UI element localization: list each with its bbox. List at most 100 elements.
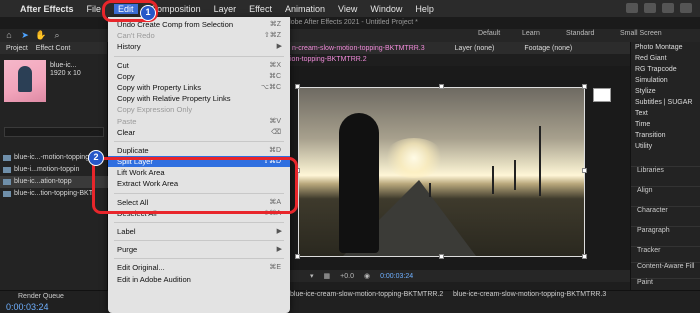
composition-frame[interactable]: [298, 87, 585, 257]
menu-item-purge[interactable]: Purge ▶: [108, 244, 290, 255]
clip-name: blue-ic...: [50, 62, 77, 69]
menu-item-paste: Paste ⌘V: [108, 116, 290, 127]
menu-shortcut: ⌘V: [269, 117, 281, 125]
workspace-small-screen[interactable]: Small Screen: [620, 30, 662, 37]
menu-item-label: Copy with Relative Property Links: [117, 94, 231, 104]
menu-shortcut: ⌘D: [268, 146, 281, 154]
menu-item-label-text: Label: [117, 227, 136, 236]
viewer-timecode[interactable]: 0:00:03:24: [380, 273, 413, 280]
menu-item-history[interactable]: History ▶: [108, 41, 290, 52]
menu-after-effects[interactable]: After Effects: [20, 4, 74, 14]
menu-item-label: Edit in Adobe Audition: [117, 274, 191, 284]
tray-icon[interactable]: [644, 3, 656, 13]
menu-separator: [114, 240, 284, 242]
menu-composition[interactable]: Composition: [151, 4, 201, 14]
project-search-input[interactable]: [4, 127, 104, 137]
workspace-standard[interactable]: Standard: [566, 30, 594, 37]
tab-effect-controls[interactable]: Effect Cont: [36, 45, 71, 52]
menu-shortcut: ⌘E: [269, 264, 281, 272]
power-pole: [514, 160, 516, 190]
menu-item-copy-expression: Copy Expression Only: [108, 104, 290, 115]
transform-handle[interactable]: [295, 84, 300, 89]
menu-item-copy-property-links[interactable]: Copy with Property Links ⌥⌘C: [108, 82, 290, 93]
effects-item[interactable]: Simulation: [631, 75, 700, 86]
menu-animation[interactable]: Animation: [285, 4, 325, 14]
timeline-panel: Render Queue blue-ice-cream-slow-motion-…: [0, 290, 700, 313]
panel-align[interactable]: Align: [631, 186, 700, 194]
menu-item-copy-relative-links[interactable]: Copy with Relative Property Links: [108, 93, 290, 104]
zoom-tool-icon[interactable]: ⌕: [50, 30, 64, 41]
tray-icon[interactable]: [662, 3, 674, 13]
selection-tool-icon[interactable]: ➤: [18, 30, 32, 41]
tab-layer[interactable]: Layer (none): [455, 45, 495, 52]
panel-content-aware-fill[interactable]: Content-Aware Fill: [631, 262, 700, 270]
composition-breadcrumb[interactable]: ion-topping-BKTMTRR.2: [290, 56, 367, 63]
home-icon[interactable]: ⌂: [2, 30, 16, 41]
tray-icon[interactable]: [626, 3, 638, 13]
menu-item-copy[interactable]: Copy ⌘C: [108, 71, 290, 82]
timeline-timecode[interactable]: 0:00:03:24: [6, 302, 49, 312]
menu-item-duplicate[interactable]: Duplicate ⌘D: [108, 145, 290, 156]
workspace-learn[interactable]: Learn: [522, 30, 540, 37]
menu-view[interactable]: View: [338, 4, 357, 14]
effects-item[interactable]: Photo Montage: [631, 42, 700, 53]
effects-item[interactable]: Utility: [631, 141, 700, 152]
transform-handle[interactable]: [582, 168, 587, 173]
grid-icon[interactable]: ▦: [324, 272, 331, 280]
effects-item[interactable]: Subtitles | SUGAR: [631, 97, 700, 108]
transform-handle[interactable]: [439, 84, 444, 89]
menu-item-label: Copy Expression Only: [117, 105, 193, 115]
effects-item[interactable]: Red Giant: [631, 53, 700, 64]
panel-character[interactable]: Character: [631, 206, 700, 214]
panel-libraries[interactable]: Libraries: [631, 166, 700, 174]
menu-item-cut[interactable]: Cut ⌘X: [108, 60, 290, 71]
menu-help[interactable]: Help: [415, 4, 434, 14]
composition-controls: ▾ ▦ +0.0 ◉ 0:00:03:24: [290, 270, 630, 282]
menu-item-label: History: [117, 42, 141, 52]
tab-project[interactable]: Project: [6, 45, 28, 52]
tab-footage[interactable]: Footage (none): [524, 45, 572, 52]
menu-shortcut: ⌥⌘C: [260, 83, 281, 91]
transform-handle[interactable]: [582, 84, 587, 89]
hand-tool-icon[interactable]: ✋: [34, 30, 48, 41]
menu-item-label: Edit Original...: [117, 263, 165, 273]
person-silhouette: [339, 113, 379, 253]
effects-item[interactable]: Stylize: [631, 86, 700, 97]
panel-paint[interactable]: Paint: [631, 278, 700, 286]
menu-item-label: Purge: [117, 245, 138, 255]
transform-handle[interactable]: [295, 254, 300, 259]
menu-layer[interactable]: Layer: [214, 4, 237, 14]
menu-item-label[interactable]: Label ▶: [108, 226, 290, 237]
highlight-ring-split-layer: [92, 157, 298, 214]
exposure-value[interactable]: +0.0: [340, 273, 354, 280]
snapshot-icon[interactable]: [593, 88, 611, 102]
tab-render-queue[interactable]: Render Queue: [18, 293, 64, 300]
effects-item[interactable]: Transition: [631, 130, 700, 141]
timeline-comp-tab-active[interactable]: blue-ice-cream-slow-motion-topping-BKTMT…: [453, 291, 606, 298]
timeline-comp-tabs: blue-ice-cream-slow-motion-topping-BKTMT…: [290, 291, 606, 298]
menu-separator: [114, 222, 284, 223]
effects-item[interactable]: Text: [631, 108, 700, 119]
zoom-menu-icon[interactable]: ▾: [310, 272, 314, 280]
effects-item[interactable]: RG Trapcode: [631, 64, 700, 75]
tab-composition[interactable]: n-cream-slow-motion-topping-BKTMTRR.3: [292, 45, 425, 52]
transform-handle[interactable]: [439, 254, 444, 259]
tray-icon[interactable]: [680, 3, 692, 13]
menu-effect[interactable]: Effect: [249, 4, 272, 14]
menu-item-clear[interactable]: Clear ⌫: [108, 127, 290, 138]
menu-item-label: Copy with Property Links: [117, 82, 201, 92]
panel-tracker[interactable]: Tracker: [631, 246, 700, 254]
camera-icon[interactable]: ◉: [364, 272, 370, 280]
menu-item-edit-in-audition[interactable]: Edit in Adobe Audition: [108, 274, 290, 285]
menu-window[interactable]: Window: [370, 4, 402, 14]
menu-file[interactable]: File: [87, 4, 102, 14]
transform-handle[interactable]: [582, 254, 587, 259]
panel-paragraph[interactable]: Paragraph: [631, 226, 700, 234]
menu-item-edit-original[interactable]: Edit Original... ⌘E: [108, 262, 290, 273]
workspace-default[interactable]: Default: [478, 30, 500, 37]
effects-item[interactable]: Time: [631, 119, 700, 130]
menu-item-redo: Can't Redo ⇧⌘Z: [108, 30, 290, 41]
timeline-comp-tab[interactable]: blue-ice-cream-slow-motion-topping-BKTMT…: [290, 291, 443, 298]
menu-shortcut: ⌫: [271, 128, 281, 136]
step-badge-2: 2: [88, 150, 104, 166]
